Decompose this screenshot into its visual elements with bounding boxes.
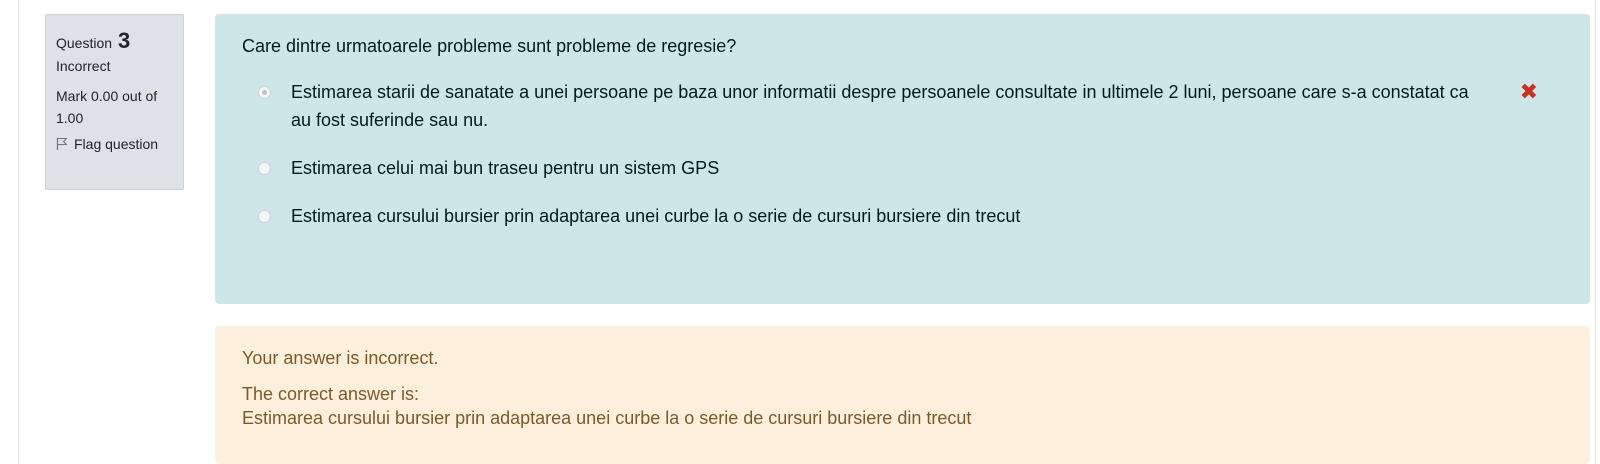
question-number-value: 3 — [117, 28, 131, 53]
question-state: Incorrect — [56, 58, 111, 74]
page-left-border — [18, 0, 19, 464]
answer-list: Estimarea starii de sanatate a unei pers… — [242, 78, 1563, 230]
answer-option-3[interactable]: Estimarea cursului bursier prin adaptare… — [242, 202, 1563, 230]
feedback-status: Your answer is incorrect. — [242, 348, 439, 368]
correct-answer-label: The correct answer is: — [242, 384, 420, 404]
question-grade: Mark 0.00 out of 1.00 — [56, 88, 158, 126]
question-info-panel: Question 3 Incorrect Mark 0.00 out of 1.… — [45, 14, 184, 190]
answer-label-1: Estimarea starii de sanatate a unei pers… — [291, 82, 1469, 130]
answer-radio-3[interactable] — [258, 210, 271, 223]
answer-label-3: Estimarea cursului bursier prin adaptare… — [291, 206, 1021, 226]
question-number: Question 3 — [56, 25, 173, 55]
answer-option-1[interactable]: Estimarea starii de sanatate a unei pers… — [242, 78, 1563, 134]
answer-radio-2[interactable] — [258, 162, 271, 175]
question-label: Question — [56, 35, 113, 51]
correct-answer-text: Estimarea cursului bursier prin adaptare… — [242, 408, 972, 428]
question-formulation: Care dintre urmatoarele probleme sunt pr… — [215, 14, 1590, 304]
flag-icon — [56, 137, 68, 150]
answer-radio-1[interactable] — [258, 86, 271, 99]
answer-option-2[interactable]: Estimarea celui mai bun traseu pentru un… — [242, 154, 1563, 182]
incorrect-icon: ✖ — [1519, 79, 1538, 104]
answer-label-2: Estimarea celui mai bun traseu pentru un… — [291, 158, 720, 178]
flag-question-link[interactable]: Flag question — [56, 135, 173, 153]
question-text: Care dintre urmatoarele probleme sunt pr… — [242, 36, 737, 56]
page-right-border — [1595, 0, 1596, 464]
answer-feedback: Your answer is incorrect. The correct an… — [215, 326, 1590, 464]
flag-question-label: Flag question — [74, 136, 159, 152]
